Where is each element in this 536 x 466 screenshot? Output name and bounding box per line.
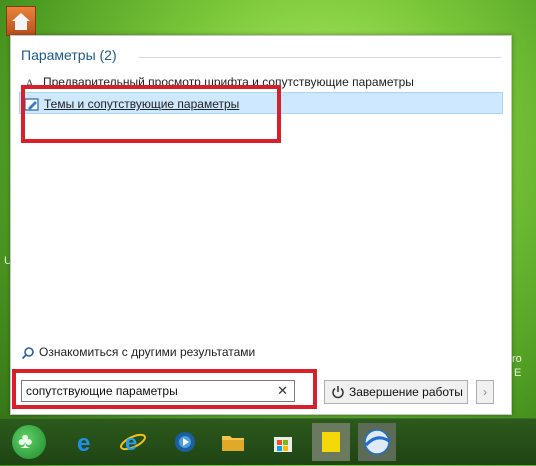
shutdown-button[interactable]: Завершение работы [324, 380, 468, 404]
internet-explorer-icon[interactable]: e [118, 427, 148, 457]
taskbar: ♣ e e [0, 418, 536, 465]
shutdown-label: Завершение работы [349, 385, 463, 399]
settings-section-title: Параметры (2) [21, 47, 117, 63]
edge-icon[interactable]: e [72, 427, 102, 457]
media-player-icon[interactable] [170, 427, 200, 457]
highlight-frame-themes [21, 85, 281, 143]
shutdown-options-arrow[interactable]: › [476, 380, 494, 404]
file-explorer-icon[interactable] [218, 427, 248, 457]
svg-text:e: e [125, 430, 137, 455]
desktop-icon-label-fragment: E [514, 367, 522, 379]
svg-text:e: e [77, 430, 90, 457]
search-icon [21, 347, 34, 359]
power-icon [332, 386, 344, 399]
more-results-label: Ознакомиться с другими результатами [39, 345, 256, 359]
start-orb-icon[interactable]: ♣ [12, 425, 46, 459]
highlight-frame-search [12, 369, 317, 409]
desktop-icon-label-fragment: ro [512, 353, 522, 365]
desktop-shortcut-icon[interactable] [6, 6, 36, 36]
browser-icon[interactable] [358, 423, 396, 461]
store-icon[interactable] [268, 427, 298, 457]
sticky-notes-icon[interactable] [312, 423, 350, 461]
more-results-link[interactable]: Ознакомиться с другими результатами [21, 345, 255, 360]
section-divider [139, 57, 501, 58]
